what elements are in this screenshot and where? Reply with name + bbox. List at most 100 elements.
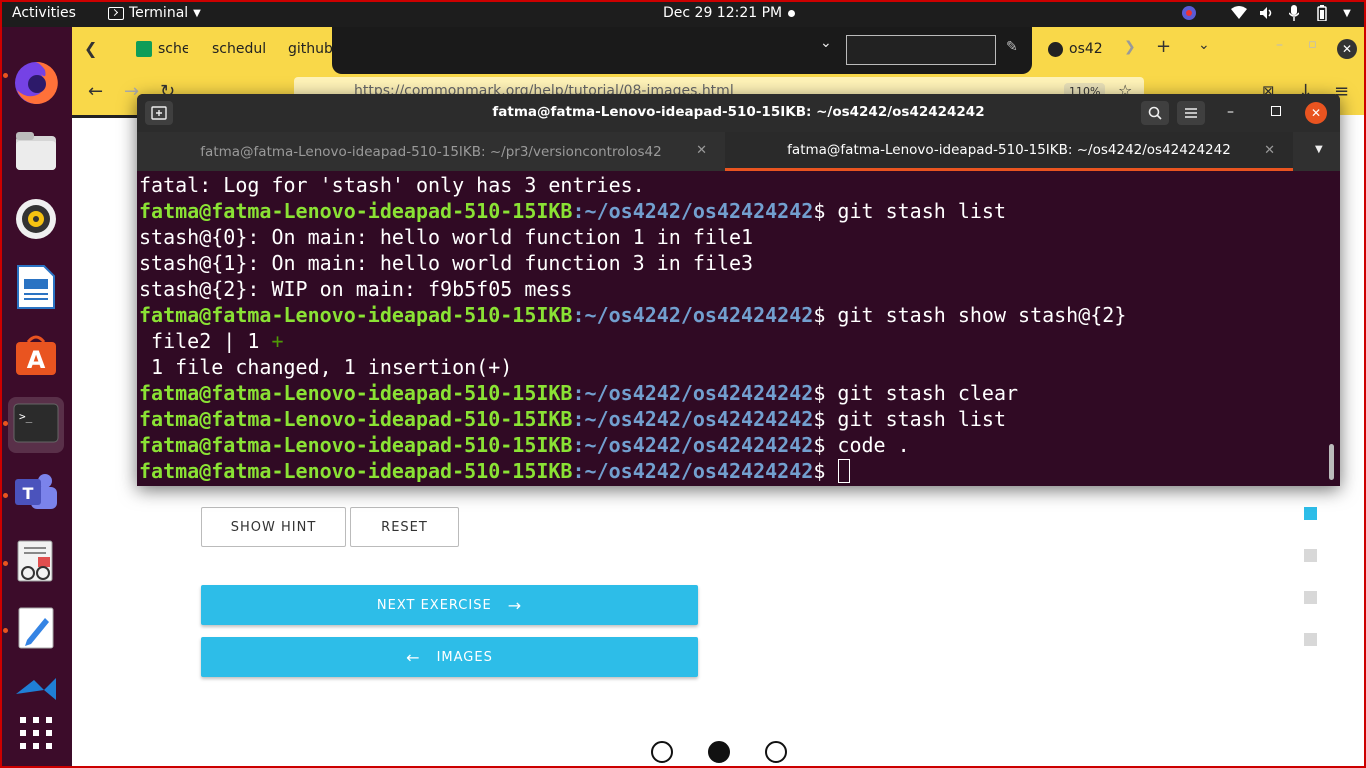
command-text: git stash show stash@{2} bbox=[837, 303, 1127, 327]
maximize-button[interactable] bbox=[1271, 106, 1281, 116]
next-exercise-button[interactable]: NEXT EXERCISE → bbox=[201, 585, 698, 625]
next-exercise-label: NEXT EXERCISE bbox=[376, 597, 492, 613]
maximize-icon[interactable]: ▫ bbox=[1308, 37, 1317, 52]
tabs-dropdown-icon[interactable]: ▼ bbox=[1315, 144, 1323, 155]
tab-scroll-left-icon[interactable]: ❮ bbox=[84, 39, 97, 58]
prompt-dollar: $ bbox=[813, 199, 838, 223]
dock-ubuntu-software[interactable]: A bbox=[8, 329, 64, 385]
terminal-tab-bar: fatma@fatma-Lenovo-ideapad-510-15IKB: ~/… bbox=[137, 132, 1340, 171]
tab-scroll-right-icon[interactable]: ❯ bbox=[1124, 39, 1136, 55]
terminal-scrollbar[interactable] bbox=[1329, 444, 1334, 480]
pager-dot-3[interactable] bbox=[765, 741, 787, 763]
terminal-tab-1[interactable]: fatma@fatma-Lenovo-ideapad-510-15IKB: ~/… bbox=[137, 132, 725, 171]
prompt-path: :~/os4242/os42424242 bbox=[572, 199, 814, 223]
prompt-line: fatma@fatma-Lenovo-ideapad-510-15IKB:~/o… bbox=[139, 432, 1329, 458]
rhythmbox-icon bbox=[15, 198, 57, 244]
back-icon[interactable]: ← bbox=[88, 81, 103, 102]
dock-files[interactable] bbox=[8, 125, 64, 181]
svg-text:>_: >_ bbox=[19, 410, 33, 423]
dock-rhythmbox[interactable] bbox=[8, 193, 64, 249]
system-menu-caret-icon[interactable]: ▼ bbox=[1340, 4, 1354, 22]
section-nav-square-1[interactable] bbox=[1304, 507, 1317, 520]
prompt-line: fatma@fatma-Lenovo-ideapad-510-15IKB:~/o… bbox=[139, 380, 1329, 406]
pager-dot-2[interactable] bbox=[708, 741, 730, 763]
prompt-line: fatma@fatma-Lenovo-ideapad-510-15IKB:~/o… bbox=[139, 302, 1329, 328]
minimize-icon[interactable]: – bbox=[1276, 37, 1283, 53]
notification-dot-icon bbox=[788, 10, 795, 17]
section-nav-square-2[interactable] bbox=[1304, 549, 1317, 562]
section-nav-square-3[interactable] bbox=[1304, 591, 1317, 604]
tab-label: sche bbox=[158, 41, 188, 57]
indicator-icon[interactable] bbox=[1180, 4, 1198, 22]
dock-terminal[interactable]: >_ bbox=[8, 397, 64, 453]
prompt-line: fatma@fatma-Lenovo-ideapad-510-15IKB:~/o… bbox=[139, 406, 1329, 432]
sheets-favicon-icon bbox=[136, 41, 152, 57]
software-store-icon: A bbox=[14, 334, 58, 380]
caret-down-icon: ▼ bbox=[193, 7, 201, 19]
app-menu-button[interactable]: Terminal ▼ bbox=[108, 5, 201, 21]
chevron-down-icon[interactable]: ⌄ bbox=[820, 35, 832, 51]
output-line: file2 | 1 + bbox=[139, 328, 1329, 354]
terminal-tab-label: fatma@fatma-Lenovo-ideapad-510-15IKB: ~/… bbox=[787, 142, 1231, 158]
section-nav-square-4[interactable] bbox=[1304, 633, 1317, 646]
previous-images-button[interactable]: ← IMAGES bbox=[201, 637, 698, 677]
diffstat-plus: + bbox=[271, 329, 284, 353]
wifi-icon[interactable] bbox=[1230, 4, 1248, 22]
new-tab-icon[interactable]: + bbox=[1156, 36, 1171, 57]
close-window-icon[interactable]: ✕ bbox=[1337, 39, 1357, 59]
minimize-button[interactable]: – bbox=[1227, 104, 1234, 120]
command-text: code . bbox=[837, 433, 910, 457]
prompt-user: fatma@fatma-Lenovo-ideapad-510-15IKB bbox=[139, 303, 573, 327]
reset-button[interactable]: RESET bbox=[350, 507, 459, 547]
search-button[interactable] bbox=[1141, 101, 1169, 125]
prompt-line: fatma@fatma-Lenovo-ideapad-510-15IKB:~/o… bbox=[139, 458, 1329, 484]
firefox-icon bbox=[13, 60, 59, 110]
volume-icon[interactable] bbox=[1258, 4, 1276, 22]
teams-icon: T bbox=[13, 471, 59, 519]
app-menu-label: Terminal bbox=[129, 5, 189, 21]
dock-text-editor[interactable] bbox=[8, 602, 64, 658]
floating-overlay-bar: ⌄ ✎ bbox=[332, 27, 1032, 74]
terminal-header-bar[interactable]: fatma@fatma-Lenovo-ideapad-510-15IKB: ~/… bbox=[137, 94, 1340, 132]
tab-label: schedul bbox=[212, 41, 266, 57]
output-line: stash@{0}: On main: hello world function… bbox=[139, 225, 754, 249]
show-applications-button[interactable] bbox=[8, 707, 64, 763]
images-label: IMAGES bbox=[436, 649, 493, 665]
app-grid-icon bbox=[20, 717, 52, 753]
prompt-path: :~/os4242/os42424242 bbox=[572, 459, 814, 483]
close-button[interactable]: ✕ bbox=[1305, 102, 1327, 124]
terminal-window: fatma@fatma-Lenovo-ideapad-510-15IKB: ~/… bbox=[137, 94, 1340, 486]
dock-libreoffice-writer[interactable] bbox=[8, 261, 64, 317]
prompt-user: fatma@fatma-Lenovo-ideapad-510-15IKB bbox=[139, 199, 573, 223]
prompt-user: fatma@fatma-Lenovo-ideapad-510-15IKB bbox=[139, 381, 573, 405]
battery-icon[interactable] bbox=[1314, 4, 1330, 22]
terminal-output[interactable]: fatal: Log for 'stash' only has 3 entrie… bbox=[139, 172, 1329, 484]
command-text: git stash clear bbox=[837, 381, 1019, 405]
show-hint-button[interactable]: SHOW HINT bbox=[201, 507, 346, 547]
svg-text:T: T bbox=[23, 484, 34, 503]
close-tab-icon[interactable]: ✕ bbox=[1264, 143, 1275, 158]
tab-label: os42 bbox=[1069, 41, 1103, 57]
activities-button[interactable]: Activities bbox=[12, 5, 76, 21]
prompt-dollar: $ bbox=[813, 303, 838, 327]
dock-firefox[interactable] bbox=[8, 57, 64, 113]
pager-dot-1[interactable] bbox=[651, 741, 673, 763]
output-line: 1 file changed, 1 insertion(+) bbox=[139, 355, 513, 379]
terminal-icon: >_ bbox=[13, 403, 59, 447]
prompt-dollar: $ bbox=[813, 407, 838, 431]
top-bar: Activities Terminal ▼ Dec 29 12:21 PM ▼ bbox=[0, 0, 1366, 27]
hamburger-menu-button[interactable] bbox=[1177, 101, 1205, 125]
overlay-input[interactable] bbox=[846, 35, 996, 65]
command-text: git stash list bbox=[837, 199, 1006, 223]
dock-document-viewer[interactable] bbox=[8, 535, 64, 591]
prompt-line: fatma@fatma-Lenovo-ideapad-510-15IKB:~/o… bbox=[139, 198, 1329, 224]
clock[interactable]: Dec 29 12:21 PM bbox=[663, 5, 782, 21]
dock: A >_ T bbox=[0, 27, 72, 768]
dock-teams[interactable]: T bbox=[8, 467, 64, 523]
text-cursor bbox=[838, 459, 851, 483]
pin-icon[interactable]: ✎ bbox=[1006, 39, 1018, 55]
close-tab-icon[interactable]: ✕ bbox=[696, 143, 707, 158]
list-tabs-icon[interactable]: ⌄ bbox=[1198, 37, 1210, 53]
terminal-tab-2[interactable]: fatma@fatma-Lenovo-ideapad-510-15IKB: ~/… bbox=[725, 132, 1293, 171]
microphone-icon[interactable] bbox=[1286, 4, 1302, 22]
